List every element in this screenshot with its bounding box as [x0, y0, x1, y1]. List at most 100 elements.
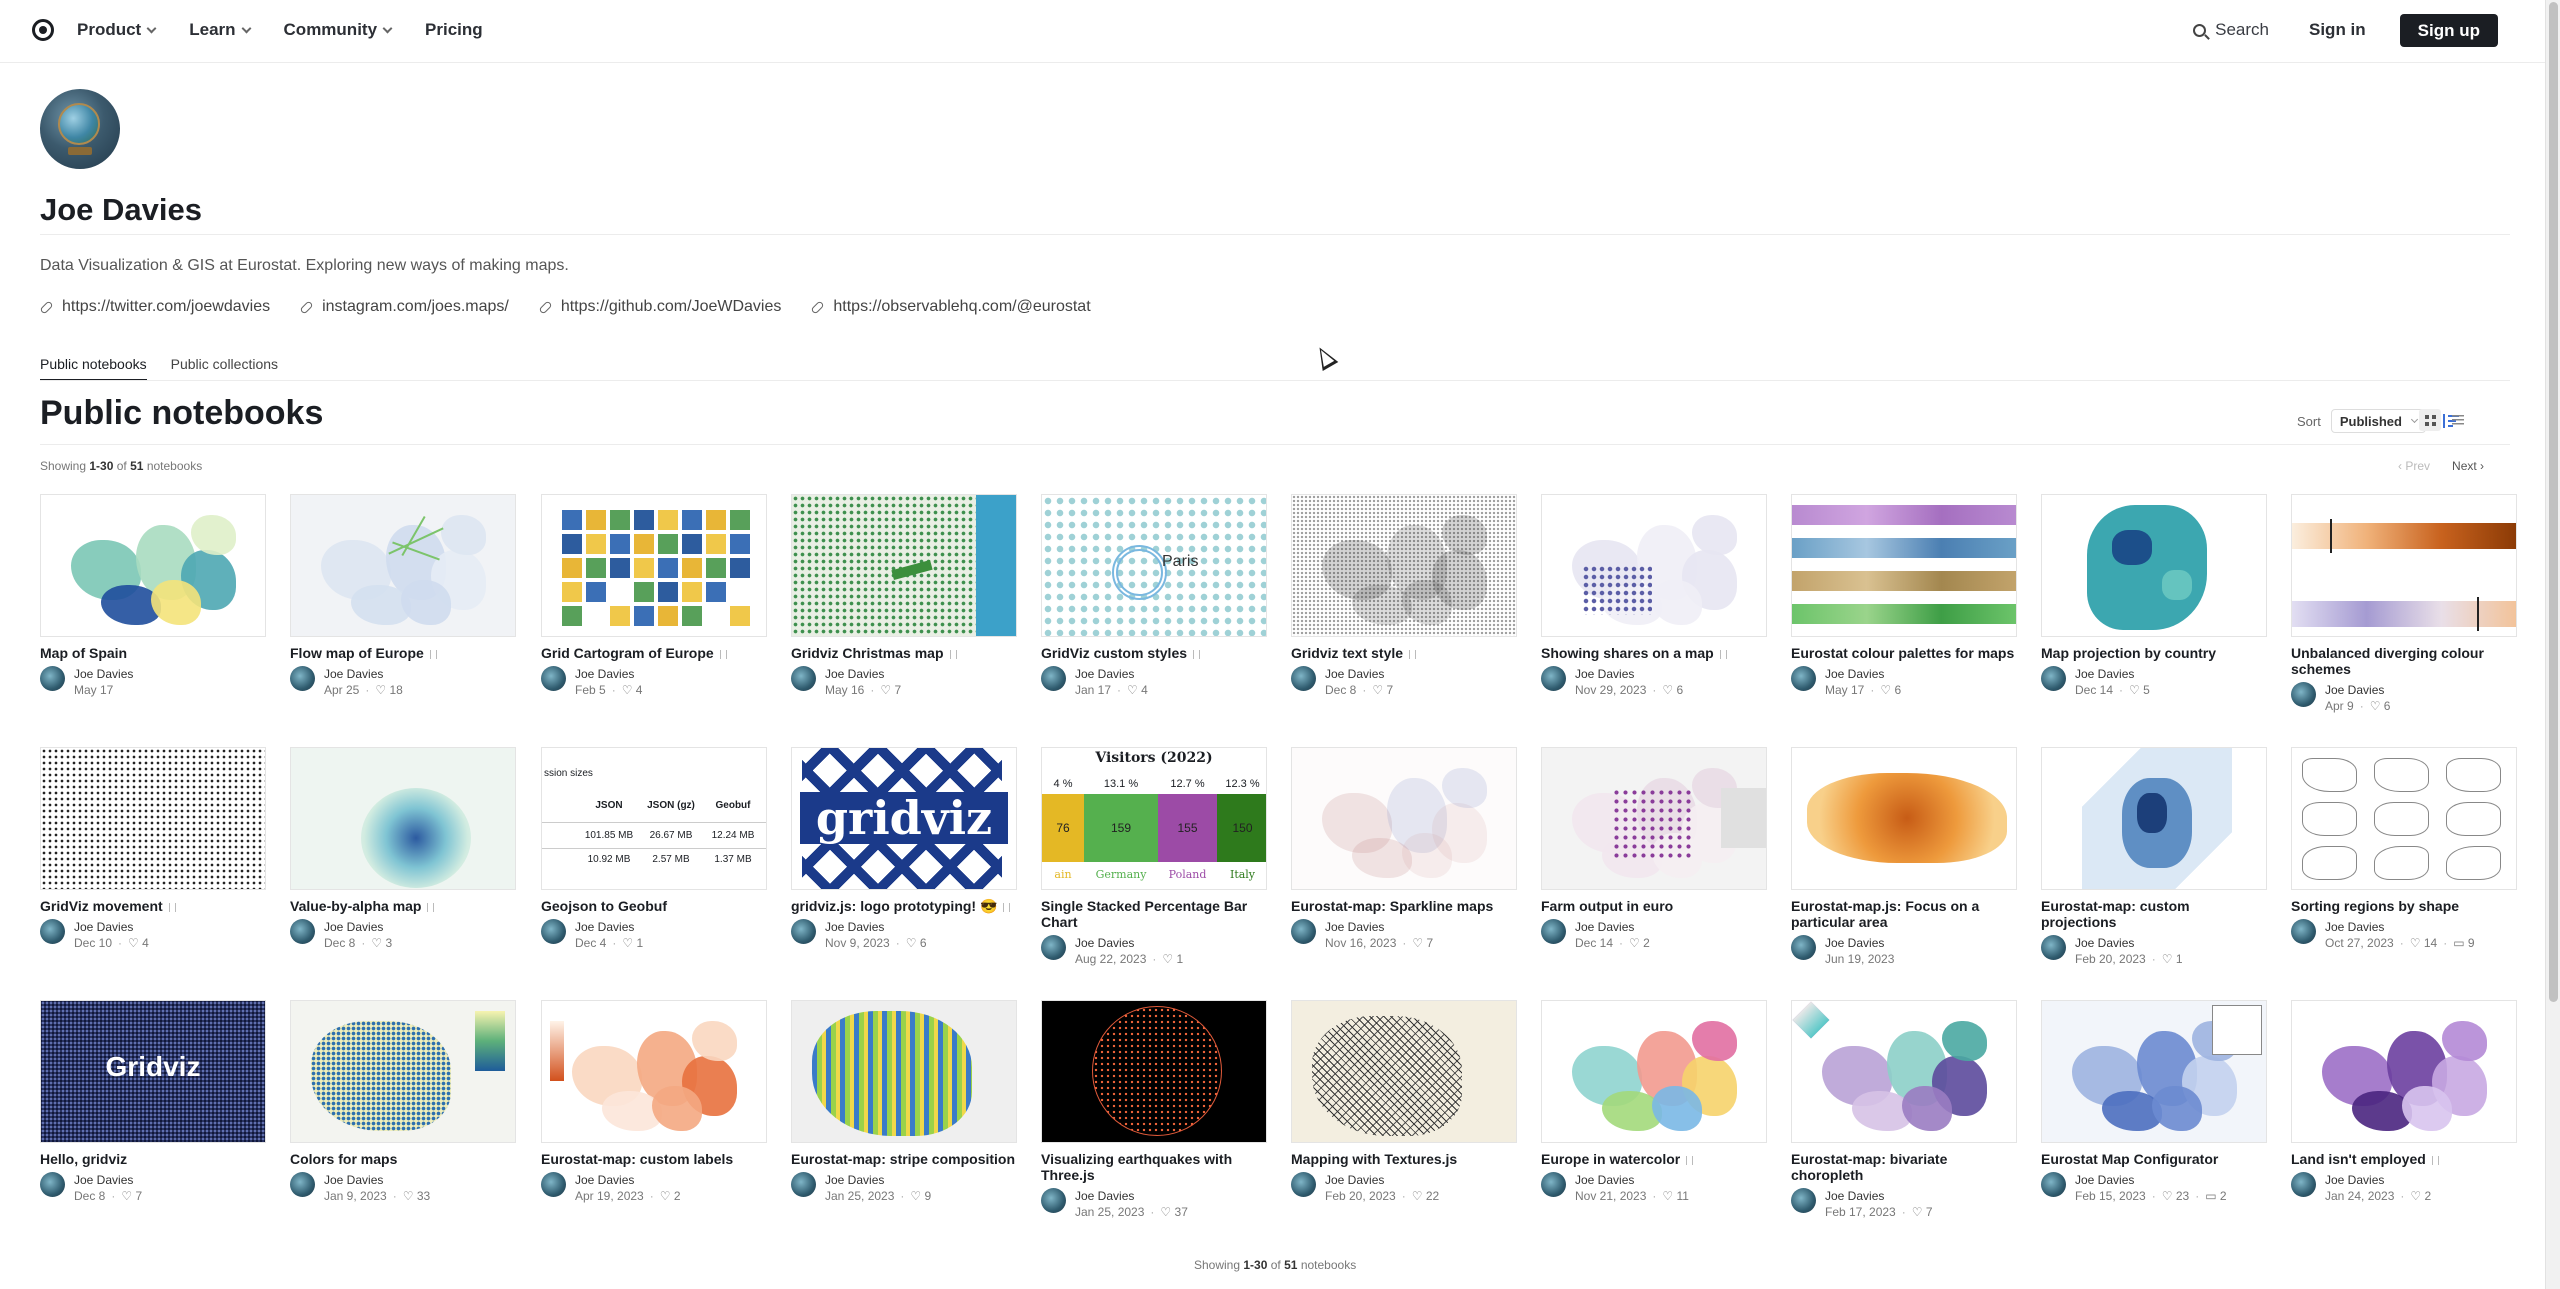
observable-logo-icon[interactable] — [32, 19, 54, 41]
notebook-card[interactable]: Value-by-alpha mapJoe DaviesDec 8♡ 3 — [290, 747, 516, 951]
notebook-author[interactable]: Joe Davies — [825, 919, 927, 935]
avatar[interactable] — [2041, 935, 2066, 960]
nav-community[interactable]: Community — [284, 20, 393, 40]
profile-link-github[interactable]: https://github.com/JoeWDavies — [538, 298, 781, 316]
avatar[interactable] — [290, 919, 315, 944]
sign-up-button[interactable]: Sign up — [2399, 13, 2498, 47]
notebook-thumbnail[interactable]: Gridviz — [40, 1000, 266, 1143]
notebook-thumbnail[interactable] — [791, 1000, 1017, 1143]
notebook-card[interactable]: Flow map of EuropeJoe DaviesApr 25♡ 18 — [290, 494, 516, 698]
notebook-author[interactable]: Joe Davies — [575, 1172, 681, 1188]
notebook-thumbnail[interactable] — [1541, 494, 1767, 637]
nav-product[interactable]: Product — [77, 20, 157, 40]
notebook-title[interactable]: Map of Spain — [40, 645, 266, 661]
avatar[interactable] — [2291, 682, 2316, 707]
notebook-title[interactable]: Visualizing earthquakes with Three.js — [1041, 1151, 1267, 1183]
profile-link-twitter[interactable]: https://twitter.com/joewdavies — [39, 298, 270, 316]
notebook-card[interactable]: GridViz movementJoe DaviesDec 10♡ 4 — [40, 747, 266, 951]
notebook-author[interactable]: Joe Davies — [1575, 919, 1650, 935]
avatar[interactable] — [1041, 935, 1066, 960]
notebook-card[interactable]: ssion sizes JSON JSON (gz) Geobuf 101.85 MB 2… — [541, 747, 767, 951]
nav-pricing[interactable]: Pricing — [425, 20, 483, 40]
notebook-title[interactable]: Eurostat-map: custom labels — [541, 1151, 767, 1167]
notebook-title[interactable]: Colors for maps — [290, 1151, 516, 1167]
notebook-author[interactable]: Joe Davies — [1075, 666, 1148, 682]
avatar[interactable] — [2291, 919, 2316, 944]
notebook-thumbnail[interactable] — [791, 494, 1017, 637]
notebook-author[interactable]: Joe Davies — [2325, 919, 2475, 935]
avatar[interactable] — [791, 666, 816, 691]
avatar[interactable] — [1291, 1172, 1316, 1197]
notebook-author[interactable]: Joe Davies — [2075, 935, 2183, 951]
notebook-author[interactable]: Joe Davies — [1575, 666, 1683, 682]
avatar[interactable] — [541, 1172, 566, 1197]
notebook-title[interactable]: gridviz.js: logo prototyping! 😎 — [791, 898, 1017, 914]
prev-page-button[interactable]: ‹ Prev — [2398, 459, 2430, 473]
avatar[interactable] — [791, 1172, 816, 1197]
avatar[interactable] — [1041, 666, 1066, 691]
notebook-card[interactable]: Eurostat-map: bivariate choropleth Joe Da… — [1791, 1000, 2017, 1220]
notebook-title[interactable]: Mapping with Textures.js — [1291, 1151, 1517, 1167]
notebook-thumbnail[interactable]: Paris — [1041, 494, 1267, 637]
notebook-thumbnail[interactable] — [2041, 747, 2267, 890]
sign-in-link[interactable]: Sign in — [2309, 20, 2366, 40]
notebook-title[interactable]: Farm output in euro — [1541, 898, 1767, 914]
notebook-title[interactable]: GridViz custom styles — [1041, 645, 1267, 661]
notebook-author[interactable]: Joe Davies — [1825, 666, 1901, 682]
notebook-title[interactable]: Sorting regions by shape — [2291, 898, 2517, 914]
notebook-card[interactable]: Unbalanced diverging colour schemes Joe D… — [2291, 494, 2517, 714]
notebook-card[interactable]: Map of Spain Joe Davies May 17 — [40, 494, 266, 698]
avatar[interactable] — [1041, 1188, 1066, 1213]
avatar[interactable] — [40, 919, 65, 944]
notebook-thumbnail[interactable] — [1791, 494, 2017, 637]
avatar[interactable] — [1541, 666, 1566, 691]
notebook-author[interactable]: Joe Davies — [324, 1172, 430, 1188]
avatar[interactable] — [1791, 935, 1816, 960]
notebook-title[interactable]: Map projection by country — [2041, 645, 2267, 661]
notebook-thumbnail[interactable] — [1291, 1000, 1517, 1143]
notebook-author[interactable]: Joe Davies — [74, 919, 149, 935]
notebook-title[interactable]: Land isn't employed — [2291, 1151, 2517, 1167]
notebook-title[interactable]: Eurostat-map: custom projections — [2041, 898, 2267, 930]
notebook-title[interactable]: Eurostat-map: Sparkline maps — [1291, 898, 1517, 914]
notebook-title[interactable]: Eurostat colour palettes for maps — [1791, 645, 2017, 661]
notebook-author[interactable]: Joe Davies — [575, 666, 642, 682]
avatar[interactable] — [290, 666, 315, 691]
notebook-thumbnail[interactable] — [1041, 1000, 1267, 1143]
notebook-author[interactable]: Joe Davies — [1075, 935, 1183, 951]
notebook-thumbnail[interactable] — [2041, 1000, 2267, 1143]
notebook-title[interactable]: GridViz movement — [40, 898, 266, 914]
notebook-author[interactable]: Joe Davies — [74, 666, 133, 682]
notebook-thumbnail[interactable] — [1791, 747, 2017, 890]
notebook-thumbnail[interactable] — [1291, 747, 1517, 890]
avatar[interactable] — [1291, 919, 1316, 944]
notebook-card[interactable]: Europe in watercolor Joe Davies Nov 21, 20… — [1541, 1000, 1767, 1204]
notebook-card[interactable]: Gridviz text styleJoe DaviesDec 8♡ 7 — [1291, 494, 1517, 698]
nav-learn[interactable]: Learn — [189, 20, 251, 40]
grid-view-button[interactable] — [2419, 409, 2441, 431]
avatar[interactable] — [290, 1172, 315, 1197]
notebook-thumbnail[interactable] — [2291, 747, 2517, 890]
notebook-title[interactable]: Hello, gridviz — [40, 1151, 266, 1167]
avatar[interactable] — [1541, 1172, 1566, 1197]
notebook-thumbnail[interactable] — [290, 494, 516, 637]
notebook-thumbnail[interactable] — [2041, 494, 2267, 637]
notebook-title[interactable]: Europe in watercolor — [1541, 1151, 1767, 1167]
notebook-thumbnail[interactable] — [1291, 494, 1517, 637]
avatar[interactable] — [1541, 919, 1566, 944]
notebook-card[interactable]: Mapping with Textures.js Joe Davies Feb 20… — [1291, 1000, 1517, 1204]
notebook-thumbnail[interactable] — [40, 747, 266, 890]
notebook-card[interactable]: Map projection by country Joe Davies Dec 1… — [2041, 494, 2267, 698]
notebook-author[interactable]: Joe Davies — [825, 1172, 931, 1188]
notebook-author[interactable]: Joe Davies — [2325, 682, 2390, 698]
notebook-title[interactable]: Gridviz Christmas map — [791, 645, 1017, 661]
notebook-author[interactable]: Joe Davies — [1325, 1172, 1439, 1188]
notebook-card[interactable]: Grid Cartogram of EuropeJoe DaviesFeb 5♡… — [541, 494, 767, 698]
notebook-card[interactable]: Farm output in euroJoe DaviesDec 14♡ 2 — [1541, 747, 1767, 951]
notebook-title[interactable]: Value-by-alpha map — [290, 898, 516, 914]
notebook-thumbnail[interactable] — [1541, 1000, 1767, 1143]
notebook-title[interactable]: Geojson to Geobuf — [541, 898, 767, 914]
avatar[interactable] — [791, 919, 816, 944]
avatar[interactable] — [2041, 666, 2066, 691]
profile-link-instagram[interactable]: instagram.com/joes.maps/ — [299, 298, 509, 316]
